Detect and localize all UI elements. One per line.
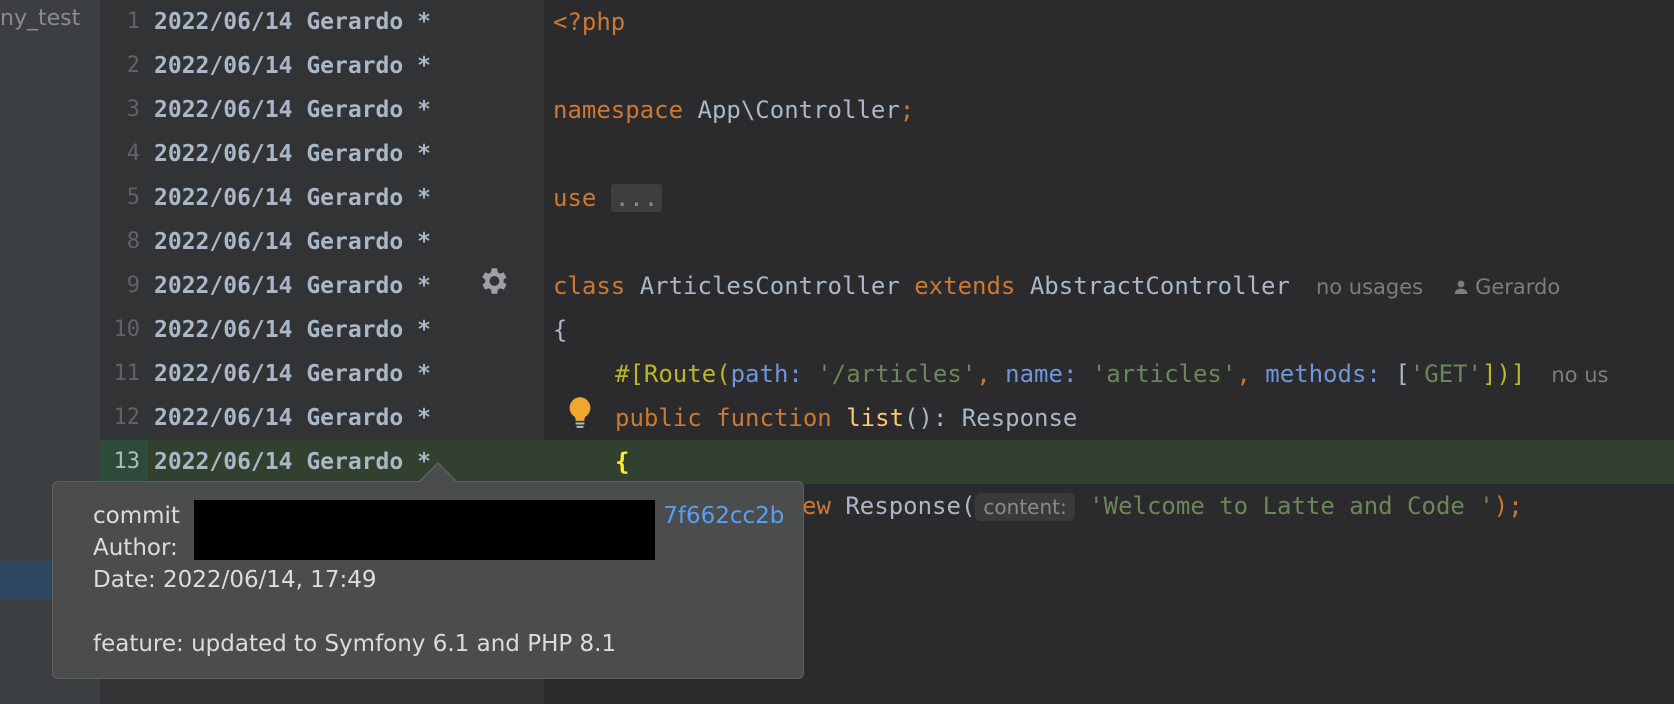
string-literal: 'GET' <box>1409 360 1482 388</box>
line-number: 8 <box>126 229 140 254</box>
commit-message: feature: updated to Symfony 6.1 and PHP … <box>93 631 617 657</box>
project-tree-item[interactable]: ny_test <box>0 6 80 31</box>
code-line[interactable]: { <box>553 308 567 352</box>
statement-end: ); <box>1493 492 1523 520</box>
folded-imports[interactable]: ... <box>610 184 663 212</box>
blame-annotation[interactable]: 2022/06/14 Gerardo * <box>154 176 431 220</box>
blame-row[interactable]: 12 2022/06/14 Gerardo * <box>100 396 544 440</box>
commit-label: commit <box>93 503 188 529</box>
blame-annotation[interactable]: 2022/06/14 Gerardo * <box>154 132 431 176</box>
blame-annotation[interactable]: 2022/06/14 Gerardo * <box>154 88 431 132</box>
line-number: 4 <box>126 141 140 166</box>
project-tree-selection[interactable] <box>0 561 52 599</box>
usages-hint[interactable]: no usages <box>1316 275 1423 299</box>
comma: , <box>976 360 1006 388</box>
string-literal: 'Welcome to Latte and Code ' <box>1089 492 1494 520</box>
class-name: ArticlesController <box>625 272 915 300</box>
blame-row[interactable]: 2 2022/06/14 Gerardo * <box>100 44 544 88</box>
semicolon: ; <box>899 96 915 124</box>
code-line[interactable]: use ... <box>553 176 663 220</box>
gear-icon[interactable] <box>476 264 510 298</box>
line-number: 5 <box>126 185 140 210</box>
commit-hash-link[interactable]: 7f662cc2b <box>663 503 784 529</box>
code-line[interactable]: <?php <box>553 0 625 44</box>
code-line[interactable]: #[Route(path: '/articles', name: 'articl… <box>615 352 1608 397</box>
blame-annotation[interactable]: 2022/06/14 Gerardo * <box>154 264 431 308</box>
named-param: path: <box>730 360 803 388</box>
code-line[interactable]: namespace App\Controller; <box>553 88 914 132</box>
matched-brace: { <box>615 448 630 476</box>
line-number: 10 <box>113 317 141 342</box>
blame-row[interactable]: 1 2022/06/14 Gerardo * <box>100 0 544 44</box>
return-type: (): Response <box>903 404 1078 432</box>
usages-hint[interactable]: no us <box>1551 363 1608 387</box>
function-name: list <box>846 404 904 432</box>
named-param: name: <box>1005 360 1078 388</box>
blame-row[interactable]: 10 2022/06/14 Gerardo * <box>100 308 544 352</box>
blame-annotation[interactable]: 2022/06/14 Gerardo * <box>154 352 431 396</box>
blame-row[interactable]: 8 2022/06/14 Gerardo * <box>100 220 544 264</box>
line-number: 1 <box>126 9 140 34</box>
class-instantiation: Response( <box>830 492 976 520</box>
keyword: class <box>553 272 626 300</box>
popup-pointer-fill <box>420 464 456 482</box>
namespace-name: App\Controller <box>683 96 900 124</box>
blame-annotation[interactable]: 2022/06/14 Gerardo * <box>154 440 431 484</box>
date-line: Date: 2022/06/14, 17:49 <box>93 567 377 593</box>
parameter-name-hint: content: <box>975 493 1075 521</box>
string-literal: 'articles' <box>1077 360 1237 388</box>
attribute-close: ])] <box>1482 360 1526 388</box>
code-line[interactable]: ew Response(content: 'Welcome to Latte a… <box>802 484 1523 529</box>
blame-row[interactable]: 3 2022/06/14 Gerardo * <box>100 88 544 132</box>
blame-row[interactable]: 11 2022/06/14 Gerardo * <box>100 352 544 396</box>
line-number: 3 <box>126 97 140 122</box>
bracket: [ <box>1380 360 1410 388</box>
parent-class-name: AbstractController <box>1015 272 1290 300</box>
blame-row[interactable]: 4 2022/06/14 Gerardo * <box>100 132 544 176</box>
redaction-box <box>194 500 655 560</box>
open-brace: { <box>553 316 568 344</box>
blame-annotation[interactable]: 2022/06/14 Gerardo * <box>154 220 431 264</box>
named-param: methods: <box>1265 360 1381 388</box>
comma: , <box>1236 360 1266 388</box>
author-hint[interactable]: Gerardo <box>1475 275 1560 299</box>
line-number: 9 <box>126 273 140 298</box>
line-number: 13 <box>113 449 141 474</box>
code-line[interactable]: { <box>615 440 629 484</box>
keyword: namespace <box>553 96 684 124</box>
keyword: use <box>553 184 597 212</box>
user-icon <box>1454 280 1468 294</box>
code-line[interactable]: class ArticlesController extends Abstrac… <box>553 264 1560 309</box>
blame-annotation[interactable]: 2022/06/14 Gerardo * <box>154 44 431 88</box>
line-number: 12 <box>113 405 141 430</box>
author-line: Author: <box>93 535 178 561</box>
blame-row[interactable]: 5 2022/06/14 Gerardo * <box>100 176 544 220</box>
code-line[interactable]: public function list(): Response <box>615 396 1077 440</box>
route-attribute: #[Route( <box>615 360 731 388</box>
keyword: public function <box>615 404 847 432</box>
blame-annotation[interactable]: 2022/06/14 Gerardo * <box>154 396 431 440</box>
keyword-new: ew <box>802 492 831 520</box>
line-number: 2 <box>126 53 140 78</box>
keyword: extends <box>914 272 1016 300</box>
php-open-tag: <?php <box>553 8 626 36</box>
lightbulb-icon[interactable] <box>564 396 596 430</box>
blame-annotation[interactable]: 2022/06/14 Gerardo * <box>154 0 431 44</box>
line-number: 11 <box>113 361 141 386</box>
string-literal: '/articles' <box>802 360 977 388</box>
blame-row[interactable]: 13 2022/06/14 Gerardo * <box>100 440 544 484</box>
blame-annotation[interactable]: 2022/06/14 Gerardo * <box>154 308 431 352</box>
